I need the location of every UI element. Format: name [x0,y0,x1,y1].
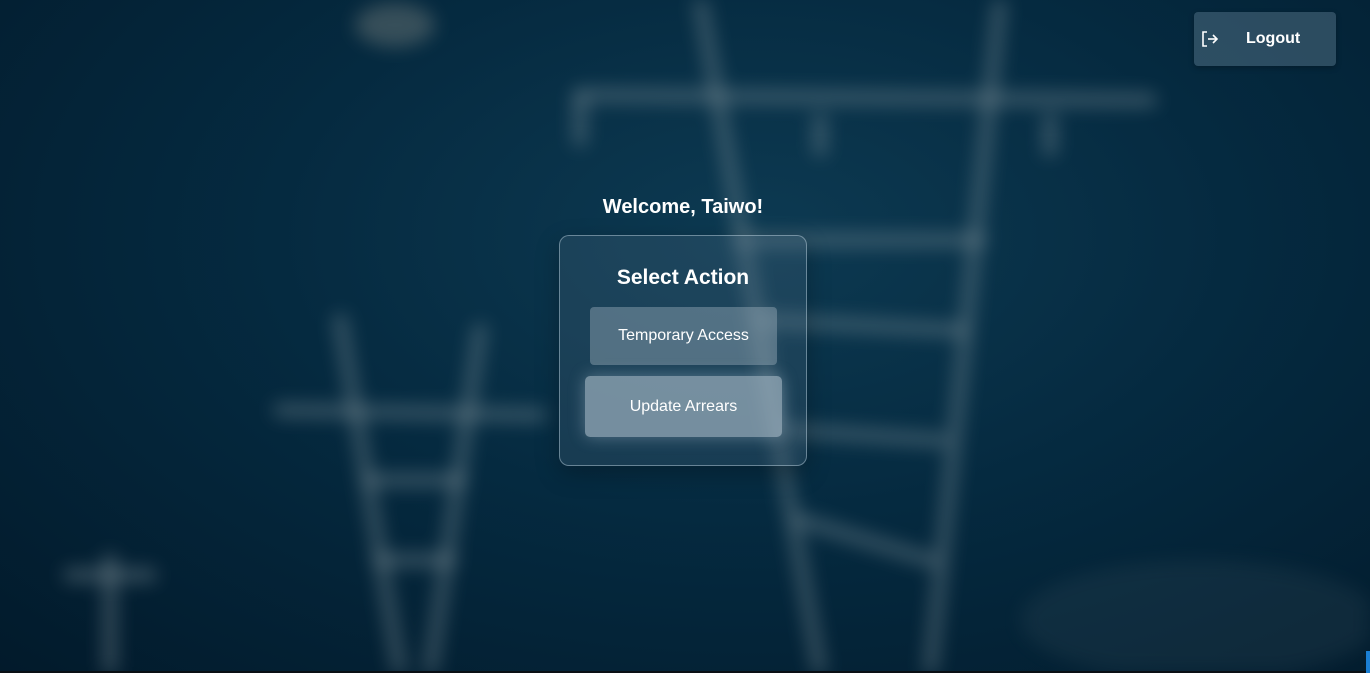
logout-label: Logout [1246,30,1301,47]
corner-accent-bar [1366,651,1370,673]
logout-button[interactable]: Logout [1194,12,1336,66]
select-action-card: Select Action Temporary Access Update Ar… [559,235,807,466]
temporary-access-button[interactable]: Temporary Access [590,307,777,365]
welcome-heading: Welcome, Taiwo! [602,196,764,218]
card-title: Select Action [616,266,750,289]
update-arrears-button[interactable]: Update Arrears [585,376,782,437]
logout-arrow-icon [1202,31,1219,47]
app-screen: Logout Welcome, Taiwo! Select Action Tem… [0,0,1370,673]
